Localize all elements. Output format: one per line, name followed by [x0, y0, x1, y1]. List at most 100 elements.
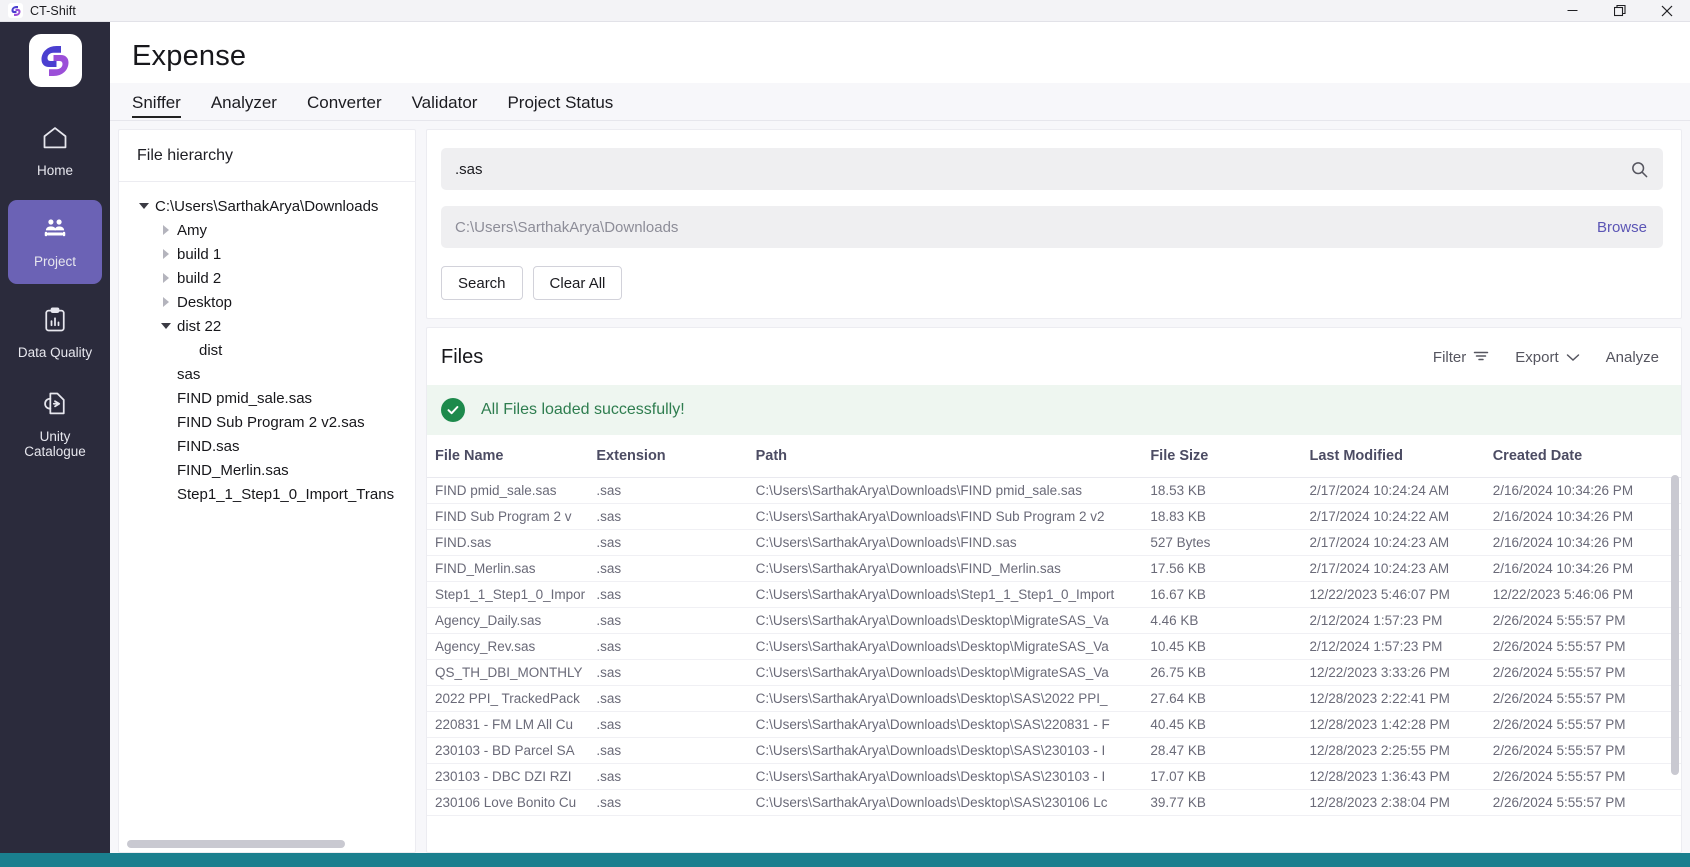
- tab-sniffer[interactable]: Sniffer: [132, 93, 197, 120]
- table-row[interactable]: 230103 - DBC DZI RZI .sas C:\Users\Sarthak…: [427, 763, 1681, 790]
- caret-right-icon[interactable]: [159, 273, 173, 283]
- maximize-restore-button[interactable]: [1596, 0, 1643, 22]
- caret-down-icon[interactable]: [137, 203, 151, 209]
- minimize-button[interactable]: [1549, 0, 1596, 22]
- tree-node[interactable]: dist 22: [137, 314, 415, 338]
- analyze-button[interactable]: Analyze: [1606, 349, 1659, 366]
- cell-extension: .sas: [588, 737, 748, 764]
- file-tree: C:\Users\SarthakArya\Downloads Amy build 1…: [119, 182, 415, 852]
- tree-node-label: build 1: [177, 245, 222, 263]
- tab-validator[interactable]: Validator: [412, 93, 494, 120]
- cell-file-name: FIND Sub Program 2 v: [427, 503, 589, 530]
- analyze-label: Analyze: [1605, 349, 1659, 366]
- files-table-body: FIND pmid_sale.sas .sas C:\Users\SarthakAr…: [427, 477, 1681, 816]
- cell-last-modified: 2/12/2024 1:57:23 PM: [1301, 633, 1485, 660]
- tab-analyzer[interactable]: Analyzer: [211, 93, 293, 120]
- sidebar-item-project[interactable]: Project: [8, 200, 102, 284]
- tree-node[interactable]: FIND pmid_sale.sas: [137, 386, 415, 410]
- tab-converter[interactable]: Converter: [307, 93, 398, 120]
- cell-extension: .sas: [588, 711, 748, 738]
- export-button[interactable]: Export: [1515, 349, 1579, 366]
- cell-created-date: 2/26/2024 5:55:57 PM: [1484, 737, 1681, 764]
- search-input[interactable]: [441, 148, 1663, 190]
- files-table-header-row: File Name Extension Path File Size Last …: [427, 435, 1681, 478]
- tree-node[interactable]: FIND_Merlin.sas: [137, 458, 415, 482]
- tree-node[interactable]: build 1: [137, 242, 415, 266]
- tree-node[interactable]: Step1_1_Step1_0_Import_Trans: [137, 482, 415, 506]
- column-header-path[interactable]: Path: [747, 435, 1143, 478]
- caret-down-icon[interactable]: [159, 323, 173, 329]
- query-field-wrap: [441, 148, 1663, 190]
- column-header-created-date[interactable]: Created Date: [1484, 435, 1681, 478]
- window-controls: [1549, 0, 1690, 22]
- table-row[interactable]: Agency_Daily.sas .sas C:\Users\SarthakArya…: [427, 607, 1681, 634]
- cell-last-modified: 12/28/2023 2:25:55 PM: [1301, 737, 1485, 764]
- cell-extension: .sas: [588, 555, 748, 582]
- table-row[interactable]: Agency_Rev.sas .sas C:\Users\SarthakArya\D…: [427, 633, 1681, 660]
- tree-node-label: FIND pmid_sale.sas: [177, 389, 313, 407]
- search-button[interactable]: Search: [441, 266, 523, 300]
- column-header-file-name[interactable]: File Name: [427, 435, 589, 478]
- cell-path: C:\Users\SarthakArya\Downloads\Desktop\M…: [747, 659, 1143, 686]
- tree-node[interactable]: C:\Users\SarthakArya\Downloads: [137, 194, 415, 218]
- filter-button[interactable]: Filter: [1433, 349, 1489, 367]
- tree-node[interactable]: Amy: [137, 218, 415, 242]
- hierarchy-horizontal-scrollbar[interactable]: [127, 840, 345, 848]
- search-panel: Browse Search Clear All: [426, 129, 1682, 319]
- clear-all-button[interactable]: Clear All: [532, 266, 623, 300]
- cell-extension: .sas: [588, 581, 748, 608]
- path-input[interactable]: [441, 206, 1663, 248]
- tree-node[interactable]: FIND Sub Program 2 v2.sas: [137, 410, 415, 434]
- table-row[interactable]: FIND.sas .sas C:\Users\SarthakArya\Downloa…: [427, 529, 1681, 556]
- tab-project-status[interactable]: Project Status: [507, 93, 629, 120]
- sidebar-item-home[interactable]: Home: [8, 109, 102, 193]
- cell-file-name: QS_TH_DBI_MONTHLY: [427, 659, 589, 686]
- cell-last-modified: 12/28/2023 2:38:04 PM: [1301, 789, 1485, 816]
- cell-extension: .sas: [588, 685, 748, 712]
- caret-right-icon[interactable]: [159, 225, 173, 235]
- cell-file-name: FIND.sas: [427, 529, 589, 556]
- table-row[interactable]: QS_TH_DBI_MONTHLY .sas C:\Users\SarthakAry…: [427, 659, 1681, 686]
- table-row[interactable]: 220831 - FM LM All Cu .sas C:\Users\Sartha…: [427, 711, 1681, 738]
- tree-node-label: Step1_1_Step1_0_Import_Trans: [177, 485, 395, 503]
- files-table: File Name Extension Path File Size Last …: [427, 435, 1681, 816]
- tree-node-label: dist 22: [177, 317, 222, 335]
- cell-file-name: 230103 - DBC DZI RZI: [427, 763, 589, 790]
- cell-path: C:\Users\SarthakArya\Downloads\FIND.sas: [747, 529, 1143, 556]
- cell-created-date: 2/16/2024 10:34:26 PM: [1484, 555, 1681, 582]
- cell-file-size: 17.56 KB: [1142, 555, 1302, 582]
- search-icon[interactable]: [1630, 160, 1649, 179]
- tree-node[interactable]: build 2: [137, 266, 415, 290]
- cell-file-size: 40.45 KB: [1142, 711, 1302, 738]
- table-row[interactable]: Step1_1_Step1_0_Impor .sas C:\Users\Sartha…: [427, 581, 1681, 608]
- caret-right-icon[interactable]: [159, 249, 173, 259]
- cell-extension: .sas: [588, 529, 748, 556]
- sidebar-item-data-quality[interactable]: Data Quality: [8, 291, 102, 375]
- tree-node[interactable]: FIND.sas: [137, 434, 415, 458]
- right-column: Browse Search Clear All Files: [416, 121, 1690, 853]
- files-actions: Filter Export Analyze: [1433, 349, 1659, 367]
- tree-node[interactable]: dist: [137, 338, 415, 362]
- table-row[interactable]: 2022 PPI_ TrackedPack .sas C:\Users\Sartha…: [427, 685, 1681, 712]
- file-hierarchy-panel: File hierarchy C:\Users\SarthakArya\Down…: [118, 129, 416, 853]
- tree-node[interactable]: Desktop: [137, 290, 415, 314]
- table-row[interactable]: FIND pmid_sale.sas .sas C:\Users\SarthakAr…: [427, 477, 1681, 504]
- table-row[interactable]: FIND_Merlin.sas .sas C:\Users\SarthakArya\…: [427, 555, 1681, 582]
- cell-last-modified: 2/17/2024 10:24:23 AM: [1301, 555, 1485, 582]
- cell-path: C:\Users\SarthakArya\Downloads\Desktop\S…: [747, 737, 1143, 764]
- files-vertical-scrollbar[interactable]: [1671, 475, 1679, 775]
- column-header-last-modified[interactable]: Last Modified: [1301, 435, 1485, 478]
- sidebar-item-unity-catalogue[interactable]: Unity Catalogue: [8, 382, 102, 466]
- column-header-file-size[interactable]: File Size: [1142, 435, 1302, 478]
- cell-path: C:\Users\SarthakArya\Downloads\FIND_Merl…: [747, 555, 1143, 582]
- table-row[interactable]: FIND Sub Program 2 v .sas C:\Users\Sarthak…: [427, 503, 1681, 530]
- cell-file-size: 4.46 KB: [1142, 607, 1302, 634]
- table-row[interactable]: 230103 - BD Parcel SA .sas C:\Users\Sartha…: [427, 737, 1681, 764]
- app-logo-icon: [8, 3, 23, 18]
- close-button[interactable]: [1643, 0, 1690, 22]
- column-header-extension[interactable]: Extension: [588, 435, 748, 478]
- browse-link[interactable]: Browse: [1597, 219, 1647, 236]
- caret-right-icon[interactable]: [159, 297, 173, 307]
- table-row[interactable]: 230106 Love Bonito Cu .sas C:\Users\Sartha…: [427, 789, 1681, 816]
- tree-node[interactable]: sas: [137, 362, 415, 386]
